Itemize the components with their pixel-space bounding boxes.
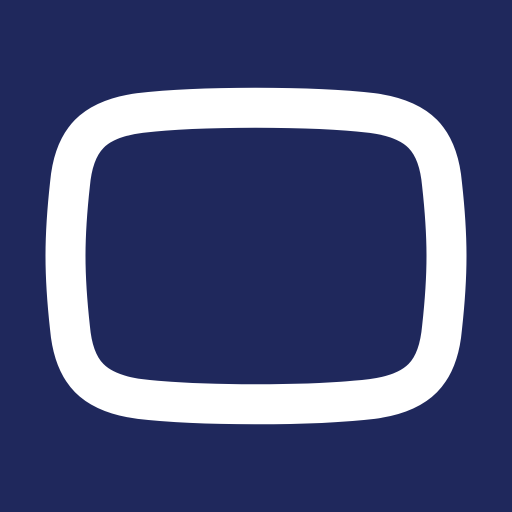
rounded-rectangle-outline-icon: [0, 0, 512, 512]
app-icon-canvas: [0, 0, 512, 512]
